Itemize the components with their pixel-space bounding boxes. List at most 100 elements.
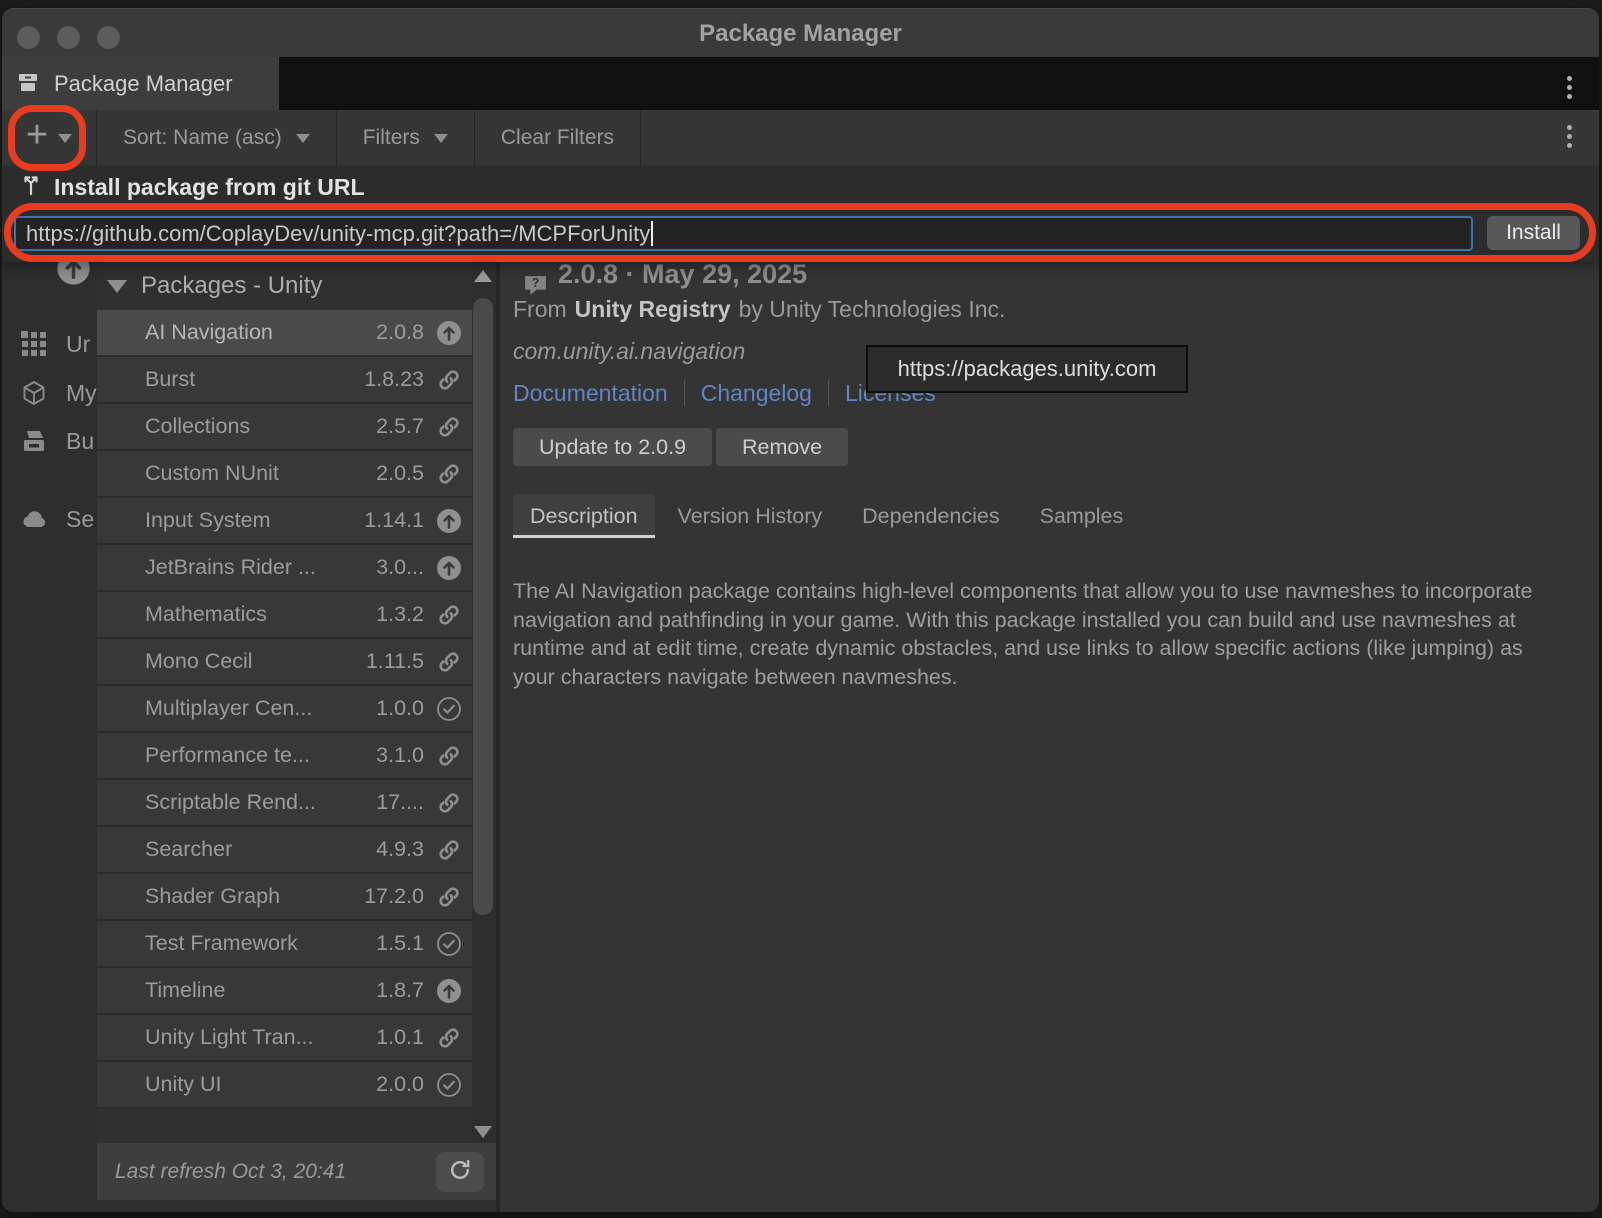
list-footer: Last refresh Oct 3, 20:41 (97, 1143, 496, 1200)
package-name: Mono Cecil (145, 649, 366, 674)
package-description: The AI Navigation package contains high-… (513, 577, 1558, 691)
quality-assurance-icon: ? (522, 272, 549, 299)
package-name: Mathematics (145, 602, 376, 627)
package-name: Test Framework (145, 931, 376, 956)
scroll-up-arrow-icon[interactable] (474, 270, 492, 282)
detail-tab-samples[interactable]: Samples (1023, 494, 1141, 538)
package-row[interactable]: Scriptable Rend... 17.... (97, 780, 472, 827)
link-icon (436, 649, 462, 675)
package-version: 1.5.1 (376, 931, 424, 956)
package-actions: Update to 2.0.9 Remove (513, 428, 848, 466)
cube-icon (20, 379, 48, 407)
chevron-down-icon (434, 134, 448, 143)
update-available-icon (436, 555, 462, 581)
update-button[interactable]: Update to 2.0.9 (513, 428, 712, 466)
refresh-button[interactable] (436, 1152, 484, 1192)
package-row[interactable]: Performance te... 3.1.0 (97, 733, 472, 780)
registry-name: Unity Registry (575, 296, 731, 323)
package-name: Multiplayer Cen... (145, 696, 376, 721)
installed-check-icon (436, 931, 462, 957)
clear-filters-button[interactable]: Clear Filters (475, 110, 640, 166)
scroll-down-arrow-icon[interactable] (474, 1126, 492, 1138)
chevron-down-icon (296, 134, 310, 143)
install-git-url-popup: Install package from git URL https://git… (2, 166, 1599, 262)
package-row[interactable]: AI Navigation 2.0.8 (97, 310, 472, 357)
tab-package-manager[interactable]: Package Manager (2, 57, 279, 110)
detail-tab-version-history[interactable]: Version History (661, 494, 840, 538)
tab-menu-kebab-icon[interactable] (1554, 76, 1584, 99)
package-name: JetBrains Rider ... (145, 555, 376, 580)
package-row[interactable]: Collections 2.5.7 (97, 404, 472, 451)
link-changelog[interactable]: Changelog (701, 380, 812, 407)
package-row[interactable]: Burst 1.8.23 (97, 357, 472, 404)
git-url-input[interactable]: https://github.com/CoplayDev/unity-mcp.g… (14, 216, 1473, 251)
filters-label: Filters (363, 126, 420, 150)
install-git-url-label: Install package from git URL (54, 174, 365, 201)
package-name: Collections (145, 414, 376, 439)
remove-button[interactable]: Remove (716, 428, 848, 466)
package-list-panel: Packages - Unity AI Navigation 2.0.8 Bur… (97, 262, 472, 1143)
package-list-header[interactable]: Packages - Unity (97, 262, 472, 310)
detail-tab-dependencies[interactable]: Dependencies (845, 494, 1016, 538)
sidebar-item-label: Se (66, 506, 94, 533)
sidebar-item-label: Bu (66, 428, 94, 455)
install-button[interactable]: Install (1487, 216, 1580, 250)
add-package-button[interactable]: + (2, 110, 96, 166)
package-row[interactable]: JetBrains Rider ... 3.0... (97, 545, 472, 592)
package-name: AI Navigation (145, 320, 376, 345)
package-name: Scriptable Rend... (145, 790, 376, 815)
package-row[interactable]: Custom NUnit 2.0.5 (97, 451, 472, 498)
scrollbar-thumb[interactable] (473, 298, 493, 915)
package-origin-line: From Unity Registry by Unity Technologie… (513, 296, 1005, 323)
package-name: Timeline (145, 978, 376, 1003)
sidebar-item-ur[interactable]: Ur (20, 330, 90, 358)
package-row[interactable]: Unity Light Tran... 1.0.1 (97, 1015, 472, 1062)
package-list-header-label: Packages - Unity (141, 272, 322, 300)
filters-dropdown[interactable]: Filters (337, 110, 474, 166)
package-name: Input System (145, 508, 364, 533)
package-row[interactable]: Shader Graph 17.2.0 (97, 874, 472, 921)
update-available-icon (436, 978, 462, 1004)
sort-dropdown[interactable]: Sort: Name (asc) (97, 110, 336, 166)
link-icon (436, 837, 462, 863)
package-row[interactable]: Mono Cecil 1.11.5 (97, 639, 472, 686)
update-available-icon (436, 508, 462, 534)
refresh-icon (447, 1157, 473, 1188)
package-row[interactable]: Mathematics 1.3.2 (97, 592, 472, 639)
package-name: Unity Light Tran... (145, 1025, 376, 1050)
package-version: 1.3.2 (376, 602, 424, 627)
text-cursor (651, 221, 653, 246)
detail-tab-description[interactable]: Description (513, 494, 655, 538)
link-documentation[interactable]: Documentation (513, 380, 668, 407)
package-version: 1.8.23 (364, 367, 424, 392)
sidebar-item-bu[interactable]: Bu (20, 427, 94, 455)
from-prefix: From (513, 296, 567, 323)
svg-text:?: ? (532, 276, 540, 290)
package-name: Unity UI (145, 1072, 376, 1097)
package-version: 1.0.1 (376, 1025, 424, 1050)
package-manager-icon (16, 70, 44, 98)
package-version: 3.0... (376, 555, 424, 580)
package-row[interactable]: Timeline 1.8.7 (97, 968, 472, 1015)
sidebar-item-label: Ur (66, 331, 90, 358)
sidebar-item-se[interactable]: Se (20, 505, 94, 533)
package-row[interactable]: Searcher 4.9.3 (97, 827, 472, 874)
update-available-icon (436, 320, 462, 346)
package-version: 2.5.7 (376, 414, 424, 439)
package-version: 3.1.0 (376, 743, 424, 768)
package-row[interactable]: Input System 1.14.1 (97, 498, 472, 545)
chevron-down-icon (58, 134, 72, 143)
package-row[interactable]: Multiplayer Cen... 1.0.0 (97, 686, 472, 733)
toolbar: + Sort: Name (asc) Filters Clear Filters (2, 110, 1599, 166)
package-name: Shader Graph (145, 884, 364, 909)
toolbar-menu-kebab-icon[interactable] (1554, 125, 1584, 148)
sidebar-item-label: My (66, 380, 97, 407)
archive-icon (20, 427, 48, 455)
package-row[interactable]: Test Framework 1.5.1 (97, 921, 472, 968)
package-version: 17.... (376, 790, 424, 815)
package-name: Burst (145, 367, 364, 392)
install-git-url-header: Install package from git URL (18, 172, 365, 203)
installed-check-icon (436, 696, 462, 722)
sidebar-item-my[interactable]: My (20, 379, 97, 407)
package-row[interactable]: Unity UI 2.0.0 (97, 1062, 472, 1109)
